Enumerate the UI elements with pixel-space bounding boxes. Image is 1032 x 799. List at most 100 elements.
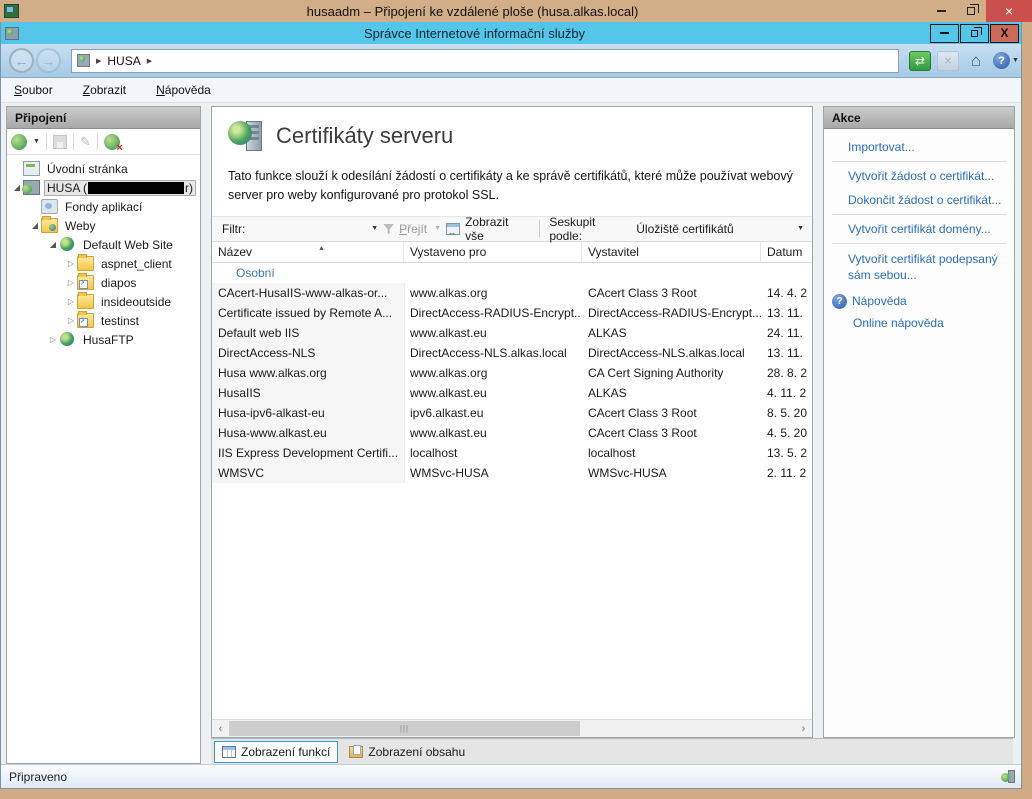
home-icon[interactable]: ⌂: [965, 51, 987, 71]
tree-item-default-web-site[interactable]: ◢ Default Web Site: [7, 235, 200, 254]
cell-date: 14. 4. 2: [761, 286, 812, 300]
scroll-right-icon[interactable]: ›: [795, 720, 812, 737]
remove-connection-icon[interactable]: [104, 134, 120, 150]
iis-minimize-button[interactable]: [930, 24, 959, 43]
tree-item-label: testinst: [98, 313, 142, 329]
table-row[interactable]: Husa-www.alkast.eu www.alkast.eu CAcert …: [212, 423, 812, 443]
server-icon: [77, 54, 90, 67]
action-help[interactable]: Nápověda: [852, 293, 907, 308]
expand-icon[interactable]: ▷: [47, 335, 59, 344]
group-by-value: Úložiště certifikátů: [636, 222, 733, 236]
table-row[interactable]: Certificate issued by Remote A... Direct…: [212, 303, 812, 323]
tree-item-label: Fondy aplikací: [62, 199, 145, 215]
add-connection-dropdown-icon[interactable]: ▼: [33, 138, 40, 145]
collapse-icon[interactable]: ◢: [47, 240, 59, 249]
group-by-dropdown-arrow-icon[interactable]: ▼: [797, 225, 804, 232]
help-icon[interactable]: ?: [993, 52, 1010, 69]
column-header-issued-by[interactable]: Vystavitel: [582, 242, 761, 262]
horizontal-scrollbar[interactable]: ‹ ||| ›: [212, 719, 812, 737]
cell-name: Husa-www.alkast.eu: [212, 426, 404, 440]
expand-icon[interactable]: ▷: [65, 278, 77, 287]
filter-toolbar: Filtr: ▼ Přejít ▼ Zobrazit vše Seskupit …: [212, 216, 812, 242]
iis-manager-window: Správce Internetové informační služby X …: [0, 22, 1022, 789]
rdp-minimize-button[interactable]: [926, 0, 956, 22]
table-row[interactable]: HusaIIS www.alkast.eu ALKAS 4. 11. 2: [212, 383, 812, 403]
table-row[interactable]: Husa-ipv6-alkast-eu ipv6.alkast.eu CAcer…: [212, 403, 812, 423]
rdp-restore-button[interactable]: [956, 0, 986, 22]
menu-zobrazit[interactable]: Zobrazit: [83, 83, 126, 97]
group-by-select[interactable]: Úložiště certifikátů ▼: [636, 222, 804, 236]
iis-titlebar: Správce Internetové informační služby X: [1, 22, 1021, 44]
scrollbar-track[interactable]: |||: [229, 720, 795, 737]
tree-item-label: HusaFTP: [80, 332, 137, 348]
iis-restore-button[interactable]: [960, 24, 989, 43]
rdp-window-title: husaadm – Připojení ke vzdálené ploše (h…: [19, 4, 926, 19]
forward-button[interactable]: →: [36, 48, 61, 73]
scroll-left-icon[interactable]: ‹: [212, 720, 229, 737]
go-filter-icon: [383, 224, 394, 234]
help-dropdown-arrow-icon[interactable]: ▼: [1012, 57, 1019, 64]
table-row[interactable]: WMSVC WMSvc-HUSA WMSvc-HUSA 2. 11. 2: [212, 463, 812, 483]
action-create-domain-certificate[interactable]: Vytvořit certifikát domény...: [832, 217, 1006, 241]
column-header-issued-to[interactable]: Vystaveno pro: [404, 242, 582, 262]
cell-name: Certificate issued by Remote A...: [212, 306, 404, 320]
scrollbar-thumb[interactable]: |||: [229, 721, 580, 736]
table-row[interactable]: IIS Express Development Certifi... local…: [212, 443, 812, 463]
iis-close-button[interactable]: X: [990, 24, 1019, 43]
breadcrumb-item-husa[interactable]: HUSA: [107, 54, 140, 68]
tab-label: Zobrazení obsahu: [368, 745, 465, 759]
expand-icon[interactable]: ▷: [65, 297, 77, 306]
action-create-certificate-request[interactable]: Vytvořit žádost o certifikát...: [832, 164, 1006, 188]
table-row[interactable]: Default web IIS www.alkast.eu ALKAS 24. …: [212, 323, 812, 343]
tab-features-view[interactable]: Zobrazení funkcí: [214, 741, 338, 763]
server-certificates-icon: [228, 119, 264, 153]
rdp-close-button[interactable]: ×: [986, 0, 1032, 22]
help-icon: ?: [832, 294, 847, 309]
cell-date: 4. 11. 2: [761, 386, 812, 400]
tab-content-view[interactable]: Zobrazení obsahu: [342, 742, 472, 762]
filter-input[interactable]: ▼: [250, 225, 378, 232]
breadcrumb[interactable]: ▶ HUSA ▶: [71, 49, 899, 73]
menu-soubor[interactable]: Soubor: [14, 83, 53, 97]
status-text: Připraveno: [9, 770, 67, 784]
certificates-list: Osobní CAcert-HusaIIS-www-alkas-or... ww…: [212, 263, 812, 719]
tree-item-diapos[interactable]: ▷ diapos: [7, 273, 200, 292]
tree-item-start-page[interactable]: Úvodní stránka: [7, 159, 200, 178]
tree-item-aspnet-client[interactable]: ▷ aspnet_client: [7, 254, 200, 273]
action-complete-certificate-request[interactable]: Dokončit žádost o certifikát...: [832, 188, 1006, 212]
column-header-name[interactable]: Název▲: [212, 242, 404, 262]
status-bar: Připraveno: [1, 764, 1021, 788]
table-row[interactable]: DirectAccess-NLS DirectAccess-NLS.alkas.…: [212, 343, 812, 363]
tree-item-testinst[interactable]: ▷ testinst: [7, 311, 200, 330]
refresh-icon[interactable]: ⇄: [909, 51, 931, 71]
tree-item-insideoutside[interactable]: ▷ insideoutside: [7, 292, 200, 311]
tree-item-husaftp[interactable]: ▷ HusaFTP: [7, 330, 200, 349]
action-online-help[interactable]: Online nápověda: [832, 311, 1006, 335]
table-row[interactable]: Husa www.alkas.org www.alkas.org CA Cert…: [212, 363, 812, 383]
filter-dropdown-arrow-icon[interactable]: ▼: [371, 225, 378, 232]
separator: [832, 161, 1006, 162]
column-header-date[interactable]: Datum: [761, 242, 812, 262]
action-import[interactable]: Importovat...: [832, 135, 1006, 159]
expand-icon[interactable]: ▷: [65, 316, 77, 325]
show-all-button[interactable]: Zobrazit vše: [465, 215, 530, 243]
tree-item-sites[interactable]: ◢ Weby: [7, 216, 200, 235]
tree-item-husa-server[interactable]: ◢ HUSA (r): [7, 178, 200, 197]
go-button: Přejít: [399, 222, 427, 236]
website-globe-icon: [59, 237, 76, 252]
cell-issued-by: localhost: [582, 446, 761, 460]
connections-toolbar: ▼ ✎: [7, 129, 200, 155]
action-create-self-signed-certificate[interactable]: Vytvořit certifikát podepsaný sám sebou.…: [832, 246, 1006, 288]
add-connection-icon[interactable]: [11, 134, 27, 150]
cell-issued-to: DirectAccess-NLS.alkas.local: [404, 346, 582, 360]
actions-panel: Akce Importovat... Vytvořit žádost o cer…: [823, 106, 1015, 738]
cell-issued-to: localhost: [404, 446, 582, 460]
menu-napoveda[interactable]: Nápověda: [156, 83, 211, 97]
collapse-icon[interactable]: ◢: [29, 221, 41, 230]
back-button[interactable]: ←: [9, 48, 34, 73]
table-row[interactable]: CAcert-HusaIIS-www-alkas-or... www.alkas…: [212, 283, 812, 303]
expand-icon[interactable]: ▷: [65, 259, 77, 268]
tree-item-application-pools[interactable]: Fondy aplikací: [7, 197, 200, 216]
tree-item-label: Weby: [62, 218, 98, 234]
features-view-icon: [222, 746, 236, 758]
